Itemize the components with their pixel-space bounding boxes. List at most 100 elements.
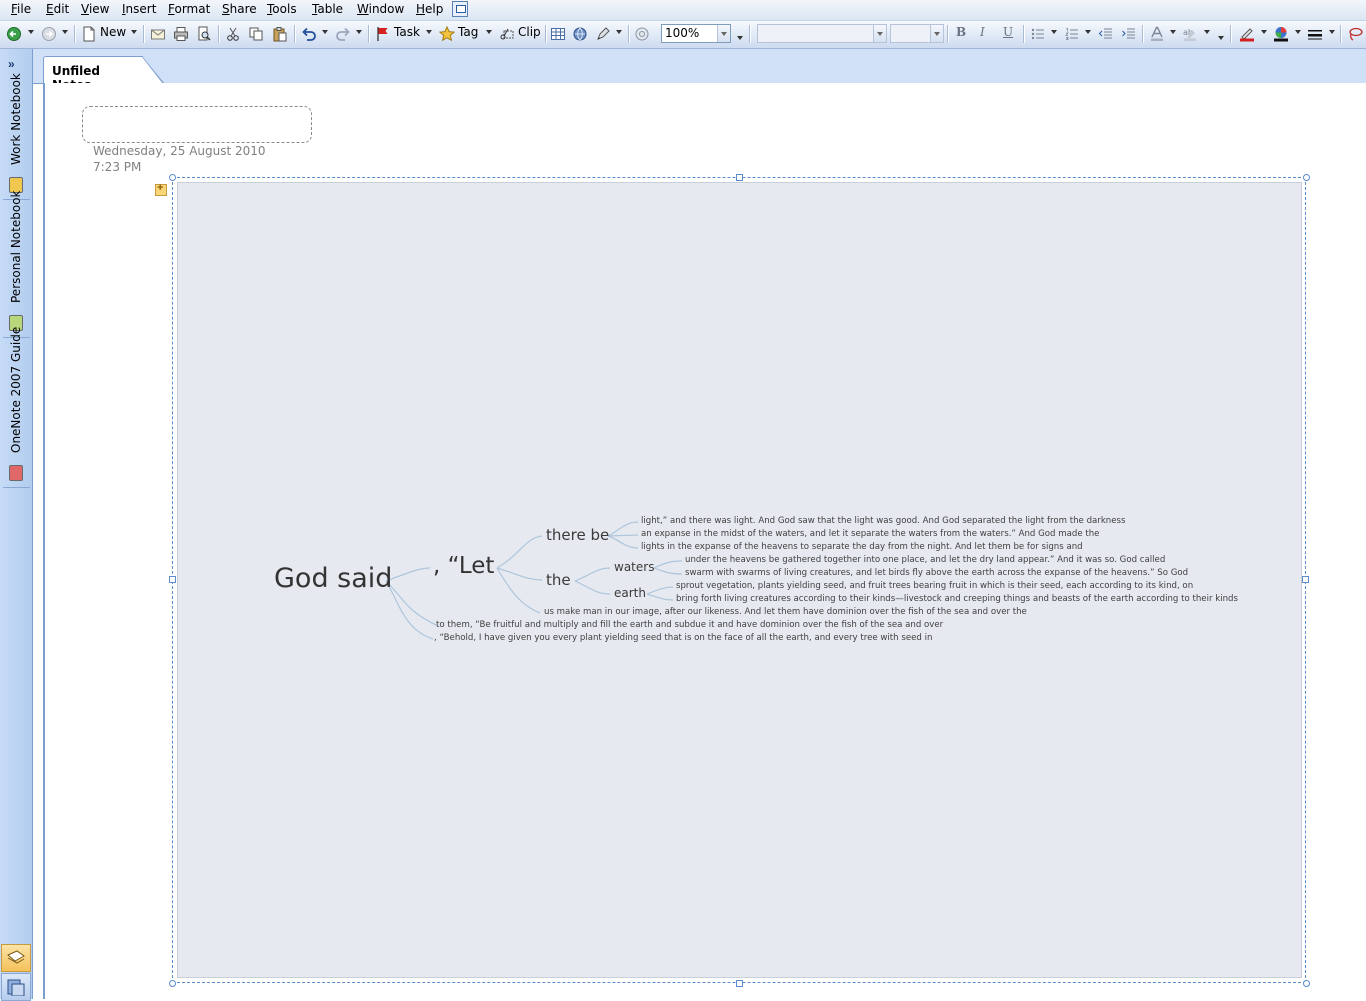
notebook-tab-work[interactable]: Work Notebook: [3, 73, 30, 200]
italic-button[interactable]: I: [980, 25, 985, 43]
mind-map-node-the: the: [546, 571, 571, 589]
tag-star-icon[interactable]: [439, 26, 455, 42]
tag-button[interactable]: Tag: [458, 25, 478, 43]
page-time: 7:23 PM: [93, 160, 142, 174]
font-size-combo[interactable]: [890, 24, 944, 43]
menu-view[interactable]: View: [81, 2, 109, 16]
print-icon[interactable]: [173, 26, 189, 42]
resize-handle[interactable]: [169, 980, 176, 987]
toolbar-separator: [1340, 25, 1342, 43]
resize-handle[interactable]: [1303, 980, 1310, 987]
bold-button[interactable]: B: [956, 25, 966, 43]
toolbar-options-icon[interactable]: [737, 36, 743, 40]
full-page-view-icon[interactable]: [452, 1, 468, 17]
unfiled-notes-button[interactable]: [1, 944, 31, 972]
numbering-dropdown-icon[interactable]: [1085, 30, 1091, 34]
tag-dropdown-icon[interactable]: [486, 30, 492, 34]
redo-dropdown-icon[interactable]: [356, 30, 362, 34]
menu-edit[interactable]: Edit: [46, 2, 69, 16]
zoom-combo[interactable]: 100%: [661, 24, 731, 43]
pen-color-dropdown-icon[interactable]: [1261, 30, 1267, 34]
move-container-icon[interactable]: [155, 182, 167, 196]
pen-icon[interactable]: [595, 26, 611, 42]
clip-button[interactable]: Clip: [518, 25, 541, 43]
formatting-options-icon[interactable]: [1218, 36, 1224, 40]
copy-icon[interactable]: [248, 26, 264, 42]
task-flag-icon[interactable]: [375, 26, 391, 42]
notebook-tab-personal[interactable]: Personal Notebook: [3, 191, 30, 338]
fill-color-icon[interactable]: [1273, 26, 1289, 42]
pen-dropdown-icon[interactable]: [616, 30, 622, 34]
font-name-combo[interactable]: [757, 24, 887, 43]
mind-map-leaf: sprout vegetation, plants yielding seed,…: [676, 581, 1194, 591]
resize-handle[interactable]: [169, 576, 176, 583]
increase-indent-icon[interactable]: [1121, 26, 1137, 42]
bullets-icon[interactable]: [1030, 26, 1046, 42]
page-title-input[interactable]: [82, 106, 312, 143]
highlight-dropdown-icon[interactable]: [1204, 30, 1210, 34]
cut-icon[interactable]: [225, 26, 241, 42]
toolbar-separator: [1230, 25, 1232, 43]
new-page-icon[interactable]: [81, 26, 97, 42]
research-icon[interactable]: [572, 26, 588, 42]
underline-button[interactable]: U: [1003, 25, 1013, 43]
notebook-tab-guide[interactable]: OneNote 2007 Guide: [3, 327, 30, 488]
menu-share[interactable]: Share: [222, 2, 257, 16]
collapse-navigation-icon[interactable]: »: [8, 57, 15, 71]
new-button[interactable]: New: [100, 25, 126, 43]
font-color-dropdown-icon[interactable]: [1170, 30, 1176, 34]
new-dropdown-icon[interactable]: [131, 30, 137, 34]
mind-map-leaf: swarm with swarms of living creatures, a…: [685, 568, 1189, 578]
toolbar-separator: [368, 25, 370, 43]
zoom-dropdown-icon[interactable]: [717, 25, 730, 42]
undo-icon[interactable]: [301, 26, 317, 42]
resize-handle[interactable]: [1302, 576, 1309, 583]
fill-color-dropdown-icon[interactable]: [1295, 30, 1301, 34]
menu-format[interactable]: Format: [168, 2, 210, 16]
back-icon[interactable]: [6, 26, 22, 42]
redo-icon[interactable]: [335, 26, 351, 42]
all-notebooks-button[interactable]: [1, 973, 31, 1001]
pen-color-icon[interactable]: [1239, 26, 1255, 42]
undo-dropdown-icon[interactable]: [322, 30, 328, 34]
email-icon[interactable]: [150, 26, 166, 42]
send-to-onenote-icon[interactable]: [634, 26, 650, 42]
numbering-icon[interactable]: [1064, 26, 1080, 42]
resize-handle[interactable]: [1303, 174, 1310, 181]
task-button[interactable]: Task: [394, 25, 420, 43]
back-dropdown-icon[interactable]: [28, 30, 34, 34]
resize-handle[interactable]: [169, 174, 176, 181]
toolbar-separator: [143, 25, 145, 43]
screen-clip-icon[interactable]: [499, 26, 515, 42]
notebook-navigation-bar: » Work Notebook Personal Notebook OneNot…: [0, 49, 33, 1001]
mind-map-leaf: , “Behold, I have given you every plant …: [434, 633, 933, 643]
print-preview-icon[interactable]: [196, 26, 212, 42]
resize-handle[interactable]: [736, 980, 743, 987]
mind-map-node-let: , “Let: [433, 553, 495, 579]
decrease-indent-icon[interactable]: [1098, 26, 1114, 42]
highlight-icon[interactable]: ab: [1182, 26, 1198, 42]
toolbar-separator: [545, 25, 547, 43]
line-style-dropdown-icon[interactable]: [1329, 30, 1335, 34]
menu-file[interactable]: File: [11, 2, 31, 16]
insert-table-icon[interactable]: [550, 26, 566, 42]
task-dropdown-icon[interactable]: [426, 30, 432, 34]
menu-tools[interactable]: Tools: [267, 2, 297, 16]
mind-map-leaf: us make man in our image, after our like…: [544, 607, 1027, 617]
menu-insert[interactable]: Insert: [122, 2, 156, 16]
lasso-icon[interactable]: [1347, 26, 1363, 42]
menu-table[interactable]: Table: [312, 2, 343, 16]
forward-icon[interactable]: [41, 26, 57, 42]
font-color-icon[interactable]: [1149, 26, 1165, 42]
font-size-dropdown-icon[interactable]: [930, 25, 943, 42]
menu-help[interactable]: Help: [416, 2, 443, 16]
line-style-icon[interactable]: [1307, 26, 1323, 42]
section-tab-unfiled-notes[interactable]: Unfiled Notes: [43, 56, 164, 92]
mind-map-node-there-be: there be: [546, 526, 610, 544]
paste-icon[interactable]: [272, 26, 288, 42]
resize-handle[interactable]: [736, 174, 743, 181]
forward-dropdown-icon[interactable]: [62, 30, 68, 34]
font-name-dropdown-icon[interactable]: [873, 25, 886, 42]
bullets-dropdown-icon[interactable]: [1051, 30, 1057, 34]
menu-window[interactable]: Window: [357, 2, 404, 16]
